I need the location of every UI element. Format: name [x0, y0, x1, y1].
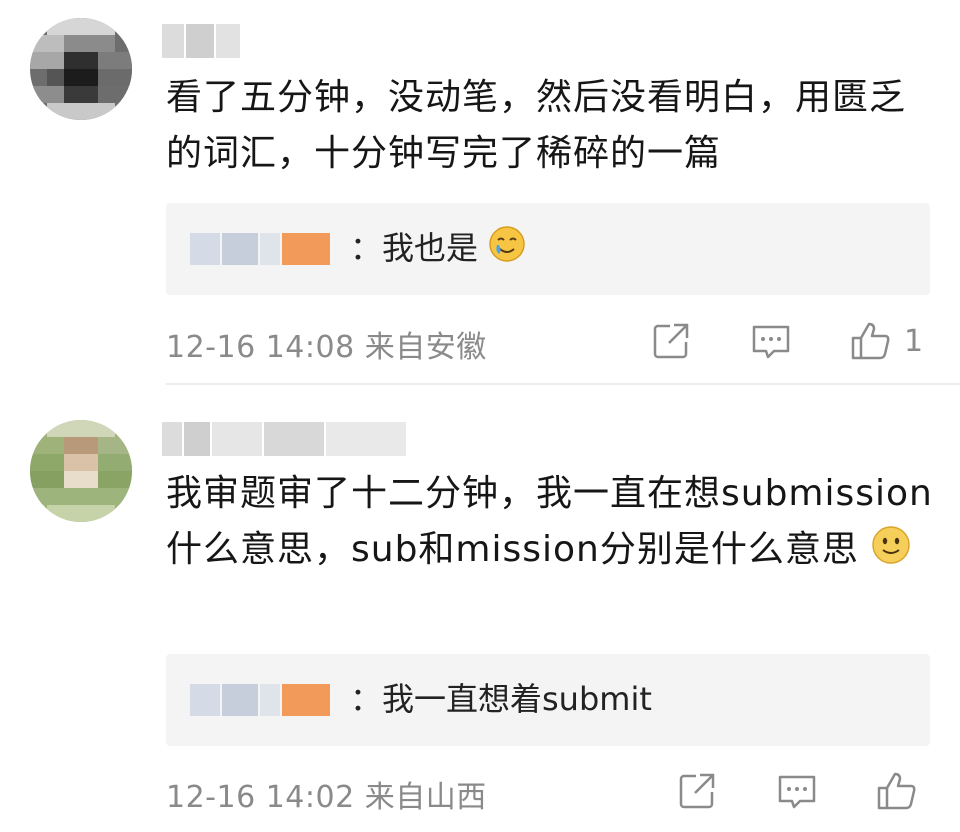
- comment-meta: 12-16 14:08 来自安徽: [166, 322, 487, 366]
- comment-button[interactable]: [776, 770, 818, 812]
- comment-item: 我审题审了十二分钟，我一直在想submission什么意思，sub和missio…: [0, 386, 960, 832]
- like-count: 1: [904, 323, 924, 359]
- share-icon: [653, 323, 689, 359]
- avatar[interactable]: [30, 18, 132, 120]
- reply-content: ：我也是: [350, 229, 479, 267]
- timestamp: 12-16 14:02: [166, 780, 355, 815]
- comment-text: 看了五分钟，没动笔，然后没看明白，用匮乏的词汇，十分钟写完了稀碎的一篇: [166, 77, 907, 174]
- comment-item: 看了五分钟，没动笔，然后没看明白，用匮乏的词汇，十分钟写完了稀碎的一篇 ：我也是…: [0, 0, 960, 382]
- crying-smile-emoji: [489, 226, 525, 262]
- thumbs-up-icon: [851, 322, 890, 360]
- reply-username-blurred[interactable]: [190, 233, 330, 265]
- comment-icon: [778, 775, 816, 809]
- location: 来自安徽: [364, 330, 487, 365]
- comment-button[interactable]: [750, 320, 792, 362]
- share-button[interactable]: [676, 770, 718, 812]
- reply-content: ：我一直想着submit: [350, 680, 652, 718]
- reply-preview[interactable]: ：我也是: [166, 203, 930, 295]
- location: 来自山西: [364, 780, 487, 815]
- like-button[interactable]: [876, 770, 930, 812]
- timestamp: 12-16 14:08: [166, 330, 355, 365]
- username-blurred[interactable]: [162, 422, 406, 456]
- username-blurred[interactable]: [162, 24, 240, 58]
- avatar[interactable]: [30, 420, 132, 522]
- divider: [166, 383, 960, 385]
- reply-username-blurred[interactable]: [190, 684, 330, 716]
- share-icon: [679, 773, 715, 809]
- comment-content: 我审题审了十二分钟，我一直在想submission什么意思，sub和missio…: [166, 473, 933, 570]
- share-button[interactable]: [650, 320, 692, 362]
- smiling-face-emoji: [872, 526, 911, 564]
- reply-preview[interactable]: ：我一直想着submit: [166, 654, 930, 746]
- like-button[interactable]: 1: [850, 320, 923, 362]
- reply-text: ：我也是: [350, 225, 526, 271]
- thumbs-up-icon: [877, 772, 916, 810]
- comment-text: 我审题审了十二分钟，我一直在想submission什么意思，sub和missio…: [166, 466, 936, 578]
- comment-icon: [752, 325, 790, 359]
- comment-meta: 12-16 14:02 来自山西: [166, 772, 487, 816]
